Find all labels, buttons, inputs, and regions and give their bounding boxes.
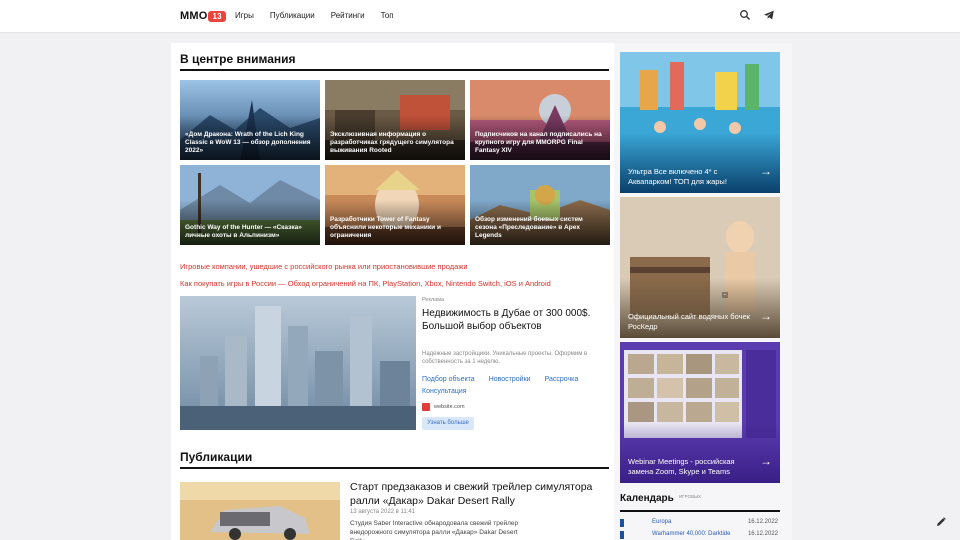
calendar-title: Календарь bbox=[620, 493, 674, 504]
ad-description: Надежные застройщики. Уникальные проекты… bbox=[422, 351, 588, 365]
publication-title[interactable]: Старт предзаказов и свежий трейлер симул… bbox=[350, 480, 612, 508]
arrow-right-icon: → bbox=[760, 164, 772, 178]
ad-sitelink[interactable]: Новостройки bbox=[489, 376, 531, 383]
logo-badge: 13 bbox=[208, 10, 226, 22]
sidebar-card-caption: Официальный сайт водяных бочек РосКедр bbox=[628, 312, 750, 331]
news-link[interactable]: Как покупать игры в России — Обход огран… bbox=[180, 279, 551, 288]
tile-caption: «Дом Дракона: Wrath of the Lich King Cla… bbox=[185, 131, 311, 154]
spotlight-tile[interactable]: «Дом Дракона: Wrath of the Lich King Cla… bbox=[180, 80, 320, 160]
calendar-row[interactable]: Europa 16.12.2022 bbox=[620, 518, 780, 528]
ad-sitelink[interactable]: Рассрочка bbox=[545, 376, 579, 383]
calendar-subtitle: ИГРОВЫХ bbox=[679, 494, 702, 499]
ad-domain-text: website.com bbox=[434, 404, 465, 410]
news-link[interactable]: Игровые компании, ушедшие с российского … bbox=[180, 262, 468, 271]
site-logo[interactable]: MMO 13 bbox=[180, 9, 226, 23]
arrow-right-icon: → bbox=[760, 309, 772, 323]
nav-item-games[interactable]: Игры bbox=[235, 11, 254, 20]
ad-image[interactable] bbox=[180, 296, 416, 430]
ad-image-graphic bbox=[180, 296, 416, 430]
ad-favicon-icon bbox=[422, 403, 430, 411]
tile-caption: Разработчики Tower of Fantasy объяснили … bbox=[330, 216, 441, 239]
tile-caption: Подписчиков на канал подписались на круп… bbox=[475, 131, 602, 154]
ad-title[interactable]: Недвижимость в Дубае от 300 000$. Большо… bbox=[422, 307, 594, 333]
sidebar-card-caption: Ультра Все включено 4* с Аквапарком! ТОП… bbox=[628, 167, 727, 186]
sidebar-ad-card[interactable]: Ультра Все включено 4* с Аквапарком! ТОП… bbox=[620, 52, 780, 193]
arrow-right-icon: → bbox=[760, 454, 772, 468]
sidebar-ad-card[interactable]: Webinar Meetings - российская замена Zoo… bbox=[620, 342, 780, 483]
ad-sitelink[interactable]: Подбор объекта bbox=[422, 376, 475, 383]
publications-title: Публикации bbox=[180, 450, 253, 464]
header-icons bbox=[739, 9, 775, 21]
calendar-marker bbox=[620, 519, 624, 527]
tile-caption: Эксклюзивная информация о разработчиках … bbox=[330, 131, 454, 154]
logo-text: MMO bbox=[180, 10, 208, 22]
spotlight-title: В центре внимания bbox=[180, 52, 296, 66]
top-navigation-bar: MMO 13 Игры Публикации Рейтинги Топ bbox=[0, 0, 960, 33]
spotlight-tile[interactable]: Разработчики Tower of Fantasy объяснили … bbox=[325, 165, 465, 245]
publication-excerpt: Студия Saber Interactive обнародовала св… bbox=[350, 520, 519, 540]
sidebar-ad-card[interactable]: ▪ Официальный сайт водяных бочек РосКедр… bbox=[620, 197, 780, 338]
main-nav: Игры Публикации Рейтинги Топ bbox=[235, 11, 394, 20]
calendar-date: 16.12.2022 bbox=[747, 519, 778, 525]
spotlight-tile[interactable]: Подписчиков на канал подписались на круп… bbox=[470, 80, 610, 160]
tile-caption: Gothic Way of the Hunter — «Сказка» личн… bbox=[185, 224, 302, 239]
calendar-date: 16.12.2022 bbox=[747, 531, 778, 537]
telegram-icon[interactable] bbox=[763, 9, 775, 21]
tile-caption: Обзор изменений боевых систем сезона «Пр… bbox=[475, 216, 583, 239]
nav-item-ratings[interactable]: Рейтинги bbox=[331, 11, 365, 20]
calendar-rule bbox=[620, 510, 780, 512]
publications-rule bbox=[180, 467, 609, 469]
nav-item-publications[interactable]: Публикации bbox=[270, 11, 315, 20]
calendar-row[interactable]: Warhammer 40,000: Darktide 16.12.2022 bbox=[620, 530, 780, 540]
calendar-marker bbox=[620, 531, 624, 539]
ad-sitelink[interactable]: Консультация bbox=[422, 388, 467, 395]
calendar-game-name: Warhammer 40,000: Darktide bbox=[652, 531, 731, 537]
publication-image[interactable] bbox=[180, 482, 340, 540]
publication-image-graphic bbox=[180, 482, 340, 540]
publication-date: 13 августа 2022 в 11:41 bbox=[350, 509, 416, 515]
spotlight-tile[interactable]: Эксклюзивная информация о разработчиках … bbox=[325, 80, 465, 160]
nav-item-top[interactable]: Топ bbox=[381, 11, 394, 20]
spotlight-tile[interactable]: Gothic Way of the Hunter — «Сказка» личн… bbox=[180, 165, 320, 245]
edit-icon[interactable] bbox=[935, 515, 947, 527]
ad-domain[interactable]: website.com bbox=[422, 403, 465, 411]
ad-source-label: Реклама bbox=[422, 297, 445, 303]
sidebar-card-caption: Webinar Meetings - российская замена Zoo… bbox=[628, 457, 735, 476]
spotlight-tile[interactable]: Обзор изменений боевых систем сезона «Пр… bbox=[470, 165, 610, 245]
calendar-game-name: Europa bbox=[652, 519, 672, 525]
search-icon[interactable] bbox=[739, 9, 751, 21]
spotlight-rule bbox=[180, 69, 609, 71]
ad-cta-button[interactable]: Узнать больше bbox=[422, 417, 474, 430]
ad-sitelinks: Подбор объекта Новостройки Рассрочка Кон… bbox=[422, 376, 592, 395]
